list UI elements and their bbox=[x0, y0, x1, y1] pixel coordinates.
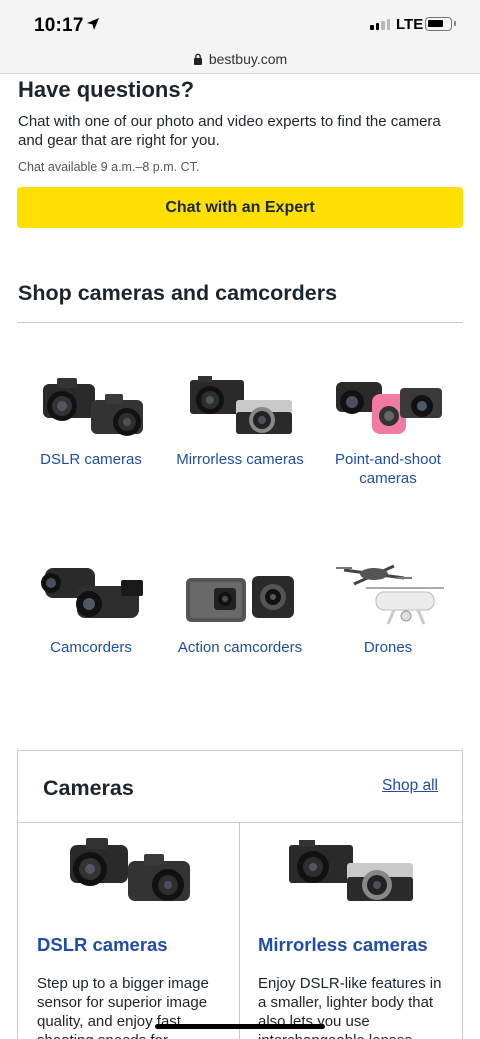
category-label: DSLR cameras bbox=[40, 451, 142, 468]
shop-cameras-heading: Shop cameras and camcorders bbox=[18, 281, 338, 305]
action-camera-icon bbox=[166, 558, 314, 638]
product-tile-mirrorless[interactable]: Mirrorless cameras Enjoy DSLR-like featu… bbox=[239, 823, 459, 1039]
mirrorless-product-image bbox=[239, 823, 459, 923]
chat-hours: Chat available 9 a.m.–8 p.m. CT. bbox=[18, 160, 200, 174]
category-label: Point-and-shoot cameras bbox=[335, 451, 441, 487]
dslr-camera-icon bbox=[17, 370, 165, 450]
status-bar: 10:17 LTE bbox=[0, 0, 480, 44]
dslr-product-image bbox=[18, 823, 238, 923]
cameras-card-title: Cameras bbox=[43, 776, 134, 800]
status-time: 10:17 bbox=[34, 15, 84, 36]
camcorder-icon bbox=[17, 558, 165, 638]
product-description: Enjoy DSLR-like features in a smaller, l… bbox=[258, 975, 442, 1039]
category-drones[interactable]: Drones bbox=[314, 558, 462, 657]
lock-icon bbox=[193, 53, 202, 65]
category-label: Drones bbox=[363, 639, 413, 656]
url-text: bestbuy.com bbox=[208, 50, 288, 67]
category-label: Camcorders bbox=[50, 639, 132, 656]
mirrorless-camera-icon bbox=[166, 370, 314, 450]
category-camcorders[interactable]: Camcorders bbox=[17, 558, 165, 657]
chat-with-expert-button[interactable]: Chat with an Expert bbox=[17, 187, 463, 228]
address-bar[interactable]: bestbuy.com bbox=[0, 44, 480, 74]
category-dslr-cameras[interactable]: DSLR cameras bbox=[17, 370, 165, 469]
product-title[interactable]: Mirrorless cameras bbox=[258, 934, 428, 956]
shop-all-link[interactable]: Shop all bbox=[382, 777, 438, 795]
category-label: Mirrorless cameras bbox=[176, 451, 304, 468]
questions-heading: Have questions? bbox=[18, 77, 195, 102]
product-title[interactable]: DSLR cameras bbox=[37, 934, 168, 956]
questions-description: Chat with one of our photo and video exp… bbox=[18, 113, 441, 149]
product-tile-dslr[interactable]: DSLR cameras Step up to a bigger image s… bbox=[18, 823, 238, 1039]
home-indicator[interactable] bbox=[155, 1024, 325, 1029]
network-type: LTE bbox=[396, 16, 424, 33]
category-mirrorless-cameras[interactable]: Mirrorless cameras bbox=[166, 370, 314, 469]
product-description: Step up to a bigger image sensor for sup… bbox=[37, 975, 209, 1039]
section-divider bbox=[17, 322, 463, 323]
cameras-card: Cameras Shop all DSLR cameras Step up to… bbox=[17, 750, 463, 1039]
category-action-camcorders[interactable]: Action camcorders bbox=[166, 558, 314, 657]
category-point-and-shoot-cameras[interactable]: Point-and-shoot cameras bbox=[314, 370, 462, 488]
point-and-shoot-camera-icon bbox=[314, 370, 462, 450]
location-arrow-icon bbox=[87, 18, 99, 30]
drone-icon bbox=[314, 558, 462, 638]
cell-signal-icon bbox=[370, 19, 390, 30]
category-label: Action camcorders bbox=[177, 639, 303, 656]
battery-icon bbox=[425, 17, 456, 31]
